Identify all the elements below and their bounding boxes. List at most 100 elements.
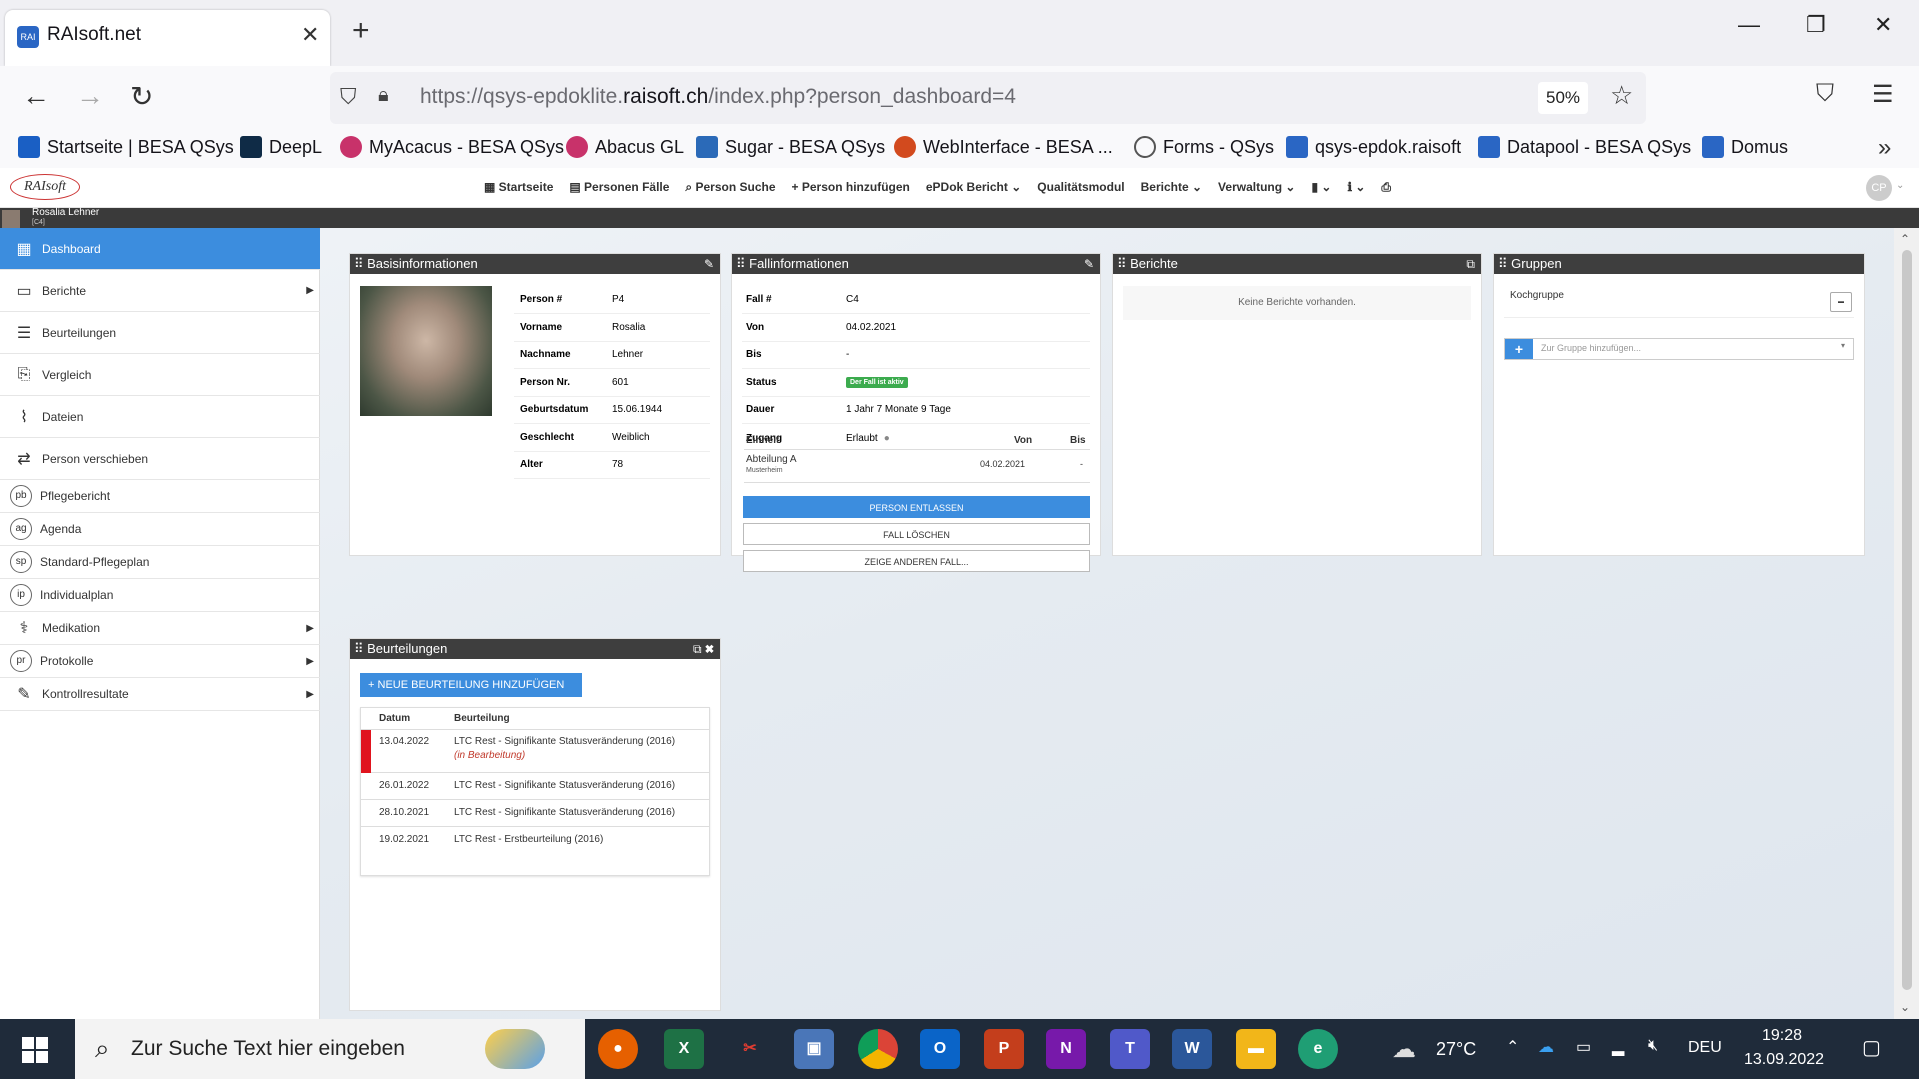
dropdown-caret-icon[interactable]: ▾ (1841, 341, 1845, 350)
back-icon[interactable]: ← (22, 80, 50, 112)
excel-icon[interactable]: X (664, 1029, 704, 1069)
panel-header[interactable]: ⠿ Basisinformationen ✎ (350, 254, 720, 274)
remove-group-button[interactable]: − (1830, 292, 1852, 312)
bookmark-star-icon[interactable]: ☆ (1610, 80, 1633, 111)
scroll-thumb[interactable] (1902, 250, 1912, 990)
restore-icon[interactable]: ❐ (1806, 12, 1826, 38)
clock-date[interactable]: 13.09.2022 (1744, 1051, 1824, 1069)
scroll-up-icon[interactable]: ⌃ (1900, 232, 1910, 246)
bookmark-startseite[interactable]: Startseite | BESA QSys (18, 136, 234, 158)
minimize-icon[interactable]: — (1738, 12, 1760, 38)
sidebar-item-beurteilungen[interactable]: ☰ Beurteilungen (0, 312, 320, 354)
word-icon[interactable]: W (1172, 1029, 1212, 1069)
sidebar-item-protokolle[interactable]: pr Protokolle ▶ (0, 645, 320, 678)
bookmark-domus[interactable]: Domus (1702, 136, 1788, 158)
book-icon[interactable]: ▮ ⌄ (1311, 180, 1331, 195)
bookmark-qsys-epdok[interactable]: qsys-epdok.raisoft (1286, 136, 1461, 158)
sidebar-item-medikation[interactable]: ⚕ Medikation ▶ (0, 612, 320, 645)
volume-muted-icon[interactable]: 🔇︎ (1648, 1037, 1658, 1055)
reload-icon[interactable]: ↻ (130, 80, 153, 113)
page-scrollbar[interactable]: ⌃ ⌄ (1894, 228, 1919, 1019)
battery-icon[interactable]: ▭ (1576, 1037, 1591, 1057)
table-row[interactable]: 28.10.2021 LTC Rest - Signifikante Statu… (361, 800, 709, 827)
forward-icon[interactable]: → (76, 80, 104, 112)
onenote-icon[interactable]: N (1046, 1029, 1086, 1069)
panel-header[interactable]: ⠿ Berichte ⧉ (1113, 254, 1481, 274)
sidebar-item-person-verschieben[interactable]: ⇄ Person verschieben (0, 438, 320, 480)
add-group-select[interactable]: + Zur Gruppe hinzufügen... ▾ (1504, 338, 1854, 360)
window-close-icon[interactable]: ✕ (1874, 12, 1892, 38)
outlook-icon[interactable]: O (920, 1029, 960, 1069)
zoom-level[interactable]: 50% (1538, 82, 1588, 114)
menu-verwaltung[interactable]: Verwaltung ⌄ (1218, 180, 1295, 195)
powerpoint-icon[interactable]: P (984, 1029, 1024, 1069)
delete-case-button[interactable]: FALL LÖSCHEN (743, 523, 1090, 545)
bookmark-abacus[interactable]: Abacus GL (566, 136, 684, 158)
close-icon[interactable]: ✖ (705, 642, 714, 656)
sidebar-item-standard-pflegeplan[interactable]: sp Standard-Pflegeplan (0, 546, 320, 579)
panel-header[interactable]: ⠿ Gruppen (1494, 254, 1864, 274)
panel-header[interactable]: ⠿ Fallinformationen ✎ (732, 254, 1100, 274)
edge-icon[interactable]: e (1298, 1029, 1338, 1069)
sidebar-item-dashboard[interactable]: ▦ Dashboard (0, 228, 320, 270)
user-avatar[interactable]: CP (1866, 175, 1892, 201)
edit-icon[interactable]: ✎ (704, 254, 714, 274)
table-row[interactable]: 19.02.2021 LTC Rest - Erstbeurteilung (2… (361, 827, 709, 854)
weather-icon[interactable]: ☁ (1392, 1035, 1416, 1064)
language-indicator[interactable]: DEU (1688, 1039, 1722, 1057)
taskbar-search[interactable]: ⌕ Zur Suche Text hier eingeben (75, 1019, 585, 1079)
menu-qualitaetsmodul[interactable]: Qualitätsmodul (1037, 180, 1124, 195)
menu-startseite[interactable]: ▦ Startseite (484, 180, 553, 195)
sidebar-item-individualplan[interactable]: ip Individualplan (0, 579, 320, 612)
network-icon[interactable]: ▂ (1612, 1037, 1624, 1057)
windows-start-icon[interactable] (22, 1037, 48, 1063)
edit-icon[interactable]: ✎ (1084, 254, 1094, 274)
bookmark-myacacus[interactable]: MyAcacus - BESA QSys (340, 136, 564, 158)
snipping-tool-icon[interactable]: ✂ (730, 1029, 770, 1069)
menu-icon[interactable]: ☰ (1872, 80, 1894, 109)
pocket-icon[interactable]: ⛉ (1816, 80, 1834, 108)
plus-icon[interactable]: + (1505, 339, 1533, 359)
sidebar-item-pflegebericht[interactable]: pb Pflegebericht (0, 480, 320, 513)
lock-icon[interactable]: 🔒︎ (378, 84, 389, 107)
sidebar-item-berichte[interactable]: ▭ Berichte ▶ (0, 270, 320, 312)
chevron-up-icon[interactable]: ⌃ (1506, 1037, 1519, 1057)
bookmark-webinterface[interactable]: WebInterface - BESA ... (894, 136, 1113, 158)
external-link-icon[interactable]: ⧉ (1466, 254, 1475, 274)
table-row[interactable]: 26.01.2022 LTC Rest - Signifikante Statu… (361, 773, 709, 800)
shield-icon[interactable]: ⛉ (340, 84, 357, 110)
table-row[interactable]: 13.04.2022 LTC Rest - Signifikante Statu… (361, 730, 709, 773)
file-explorer-icon[interactable]: ▬ (1236, 1029, 1276, 1069)
bookmark-datapool[interactable]: Datapool - BESA QSys (1478, 136, 1691, 158)
menu-berichte[interactable]: Berichte ⌄ (1141, 180, 1202, 195)
scroll-down-icon[interactable]: ⌄ (1900, 1000, 1910, 1014)
add-assessment-button[interactable]: + NEUE BEURTEILUNG HINZUFÜGEN (360, 673, 582, 697)
new-tab-icon[interactable]: + (352, 14, 370, 48)
notifications-icon[interactable]: ▢ (1862, 1035, 1881, 1060)
show-other-case-button[interactable]: ZEIGE ANDEREN FALL... (743, 550, 1090, 572)
clock-time[interactable]: 19:28 (1762, 1027, 1802, 1045)
remote-desktop-icon[interactable]: ▣ (794, 1029, 834, 1069)
teams-icon[interactable]: T (1110, 1029, 1150, 1069)
chrome-icon[interactable] (858, 1029, 898, 1069)
bookmark-forms[interactable]: Forms - QSys (1134, 136, 1274, 158)
print-icon[interactable]: ⎙ (1381, 180, 1391, 195)
onedrive-icon[interactable]: ☁ (1538, 1037, 1554, 1057)
bookmark-deepl[interactable]: DeepL (240, 136, 322, 158)
menu-person-hinzufuegen[interactable]: + Person hinzufügen (792, 180, 910, 195)
sidebar-item-agenda[interactable]: ag Agenda (0, 513, 320, 546)
url-bar[interactable]: ⛉ 🔒︎ https://qsys-epdoklite.raisoft.ch/i… (330, 72, 1646, 124)
discharge-button[interactable]: PERSON ENTLASSEN (743, 496, 1090, 518)
weather-temp[interactable]: 27°C (1436, 1039, 1476, 1060)
raisoft-logo[interactable]: RAIsoft (10, 174, 80, 200)
firefox-icon[interactable]: ● (598, 1029, 638, 1069)
external-link-icon[interactable]: ⧉ (693, 642, 702, 656)
url-text[interactable]: https://qsys-epdoklite.raisoft.ch/index.… (420, 85, 1016, 109)
sidebar-item-vergleich[interactable]: ⎘ Vergleich (0, 354, 320, 396)
info-icon[interactable]: ℹ ⌄ (1347, 180, 1365, 195)
bookmark-sugar[interactable]: Sugar - BESA QSys (696, 136, 885, 158)
menu-epdok-bericht[interactable]: ePDok Bericht ⌄ (926, 180, 1021, 195)
panel-header[interactable]: ⠿ Beurteilungen ⧉ ✖ (350, 639, 720, 659)
sidebar-item-kontrollresultate[interactable]: ✎ Kontrollresultate ▶ (0, 678, 320, 711)
menu-personen-faelle[interactable]: ▤ Personen Fälle (569, 180, 669, 195)
